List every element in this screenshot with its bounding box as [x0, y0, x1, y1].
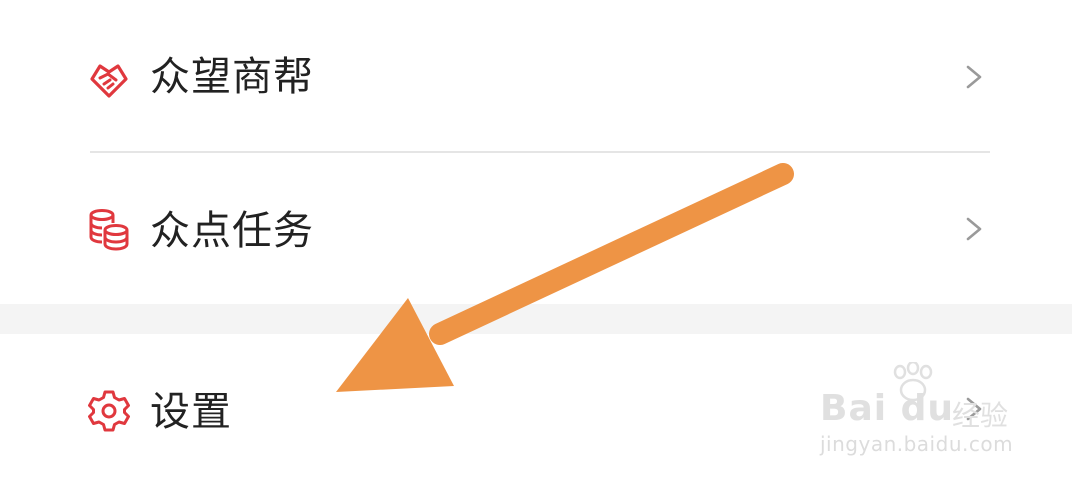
menu-item-label: 众点任务 [150, 208, 314, 254]
chevron-right-icon [958, 394, 988, 424]
divider [90, 151, 990, 153]
menu-item-zhongdian-renwu[interactable]: 众点任务 [0, 154, 1072, 306]
menu-item-label: 众望商帮 [150, 54, 314, 100]
coin-stack-icon [86, 206, 132, 252]
menu-page: 众望商帮 众点任务 设置 Bai du 经验 jingyan.baidu.com [0, 0, 1072, 480]
handshake-icon [86, 56, 132, 102]
menu-item-settings[interactable]: 设置 [0, 334, 1072, 480]
section-separator [0, 304, 1072, 334]
menu-item-label: 设置 [150, 389, 232, 435]
menu-item-zhongwang-shangbang[interactable]: 众望商帮 [0, 0, 1072, 152]
chevron-right-icon [958, 62, 988, 92]
gear-icon [86, 388, 132, 434]
chevron-right-icon [958, 214, 988, 244]
